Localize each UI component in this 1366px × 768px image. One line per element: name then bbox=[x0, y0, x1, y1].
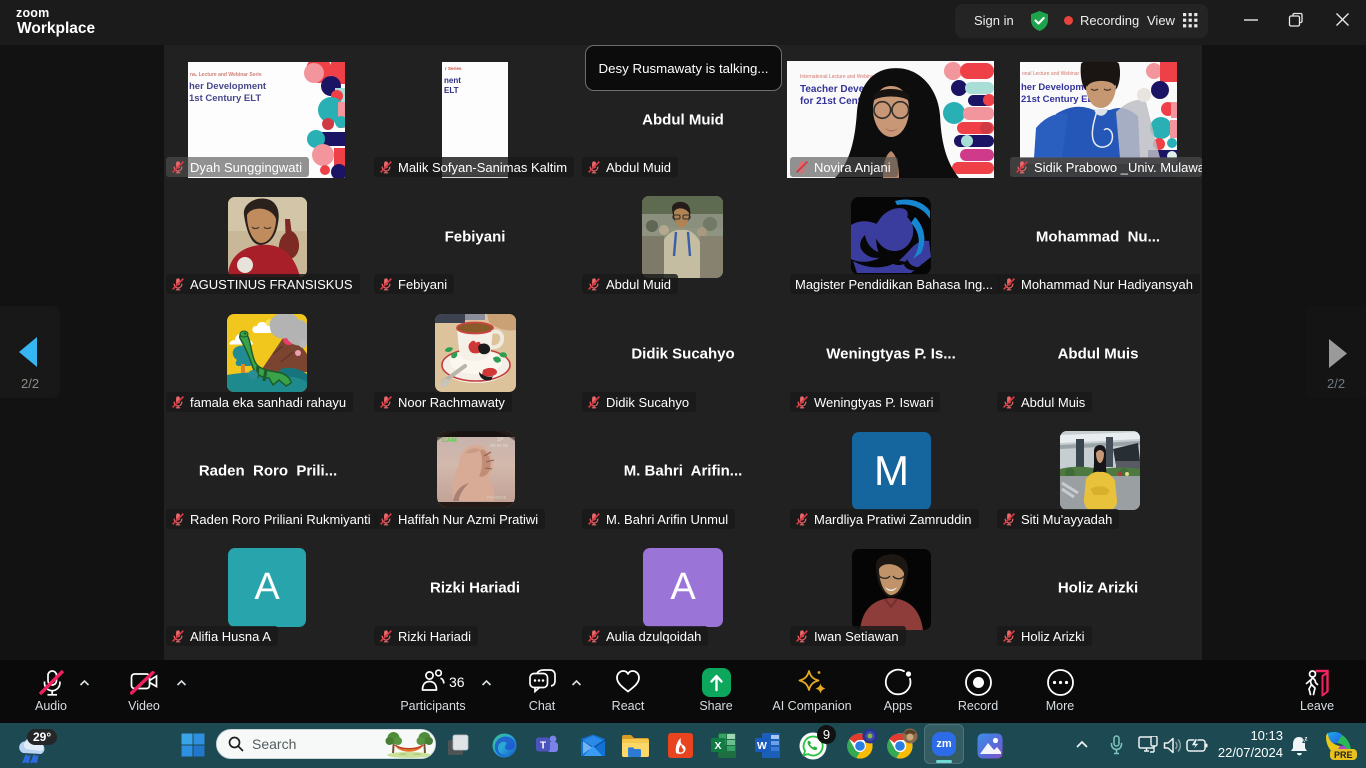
svg-text:21st Century EL: 21st Century EL bbox=[1021, 94, 1094, 105]
svg-text:1st Century ELT: 1st Century ELT bbox=[189, 93, 261, 104]
svg-text:r Series: r Series bbox=[445, 66, 462, 71]
svg-text:PM 00:26: PM 00:26 bbox=[487, 495, 507, 500]
svg-text:X: X bbox=[714, 740, 721, 752]
svg-text:nent: nent bbox=[444, 76, 461, 85]
svg-text:her Developme: her Developme bbox=[1021, 82, 1089, 93]
svg-text:T: T bbox=[540, 741, 546, 752]
svg-text:z: z bbox=[1305, 737, 1308, 743]
svg-text:ELT: ELT bbox=[444, 86, 459, 95]
svg-text:-00 00 00: -00 00 00 bbox=[489, 443, 509, 448]
svg-text:CAM: CAM bbox=[442, 437, 457, 444]
svg-text:her Development: her Development bbox=[189, 81, 267, 92]
svg-text:na. Lecture and Webinar Serie: na. Lecture and Webinar Serie bbox=[190, 72, 262, 78]
svg-text:onal Lecture and Webinar: onal Lecture and Webinar bbox=[1022, 71, 1080, 77]
svg-text:W: W bbox=[757, 740, 767, 752]
